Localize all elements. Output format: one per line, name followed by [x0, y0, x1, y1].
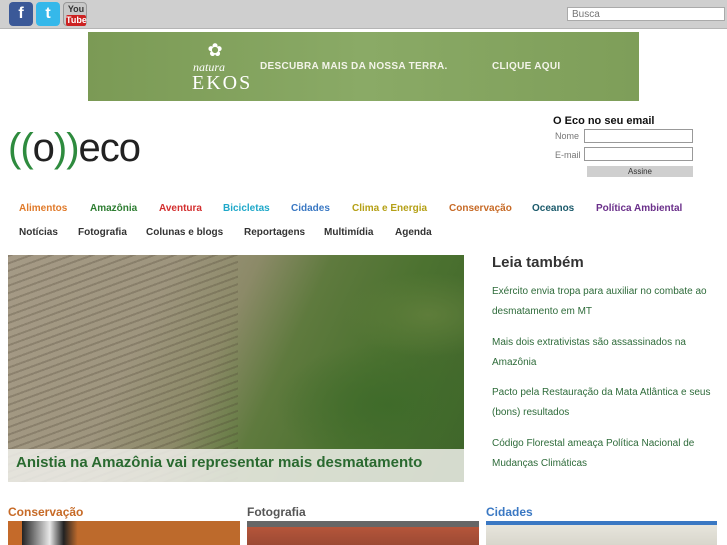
leaf-icon: ✿	[207, 40, 223, 60]
banner-cta[interactable]: CLIQUE AQUI	[492, 61, 561, 72]
hero-story[interactable]: Anistia na Amazônia vai representar mais…	[8, 255, 464, 482]
logo-o: o	[32, 126, 55, 170]
banner-brand: EKOS	[192, 72, 253, 94]
twitter-icon[interactable]: t	[36, 2, 60, 26]
nav-noticias[interactable]: Notícias	[19, 227, 58, 238]
facebook-icon[interactable]: f	[9, 2, 33, 26]
sidebar-title: Leia também	[492, 254, 584, 271]
hero-caption[interactable]: Anistia na Amazônia vai representar mais…	[16, 454, 422, 471]
name-field[interactable]	[584, 129, 693, 143]
nav-bicicletas[interactable]: Bicicletas	[223, 203, 270, 214]
section-thumb-fotografia[interactable]	[247, 521, 479, 545]
hero-image-texture	[8, 255, 238, 482]
nav-alimentos[interactable]: Alimentos	[19, 203, 67, 214]
youtube-glyph: You Tube	[66, 4, 87, 26]
subscribe-button[interactable]: Assine	[587, 166, 693, 177]
nav-agenda[interactable]: Agenda	[395, 227, 432, 238]
section-title-cidades[interactable]: Cidades	[486, 505, 533, 519]
section-thumb-cidades[interactable]	[486, 521, 717, 545]
nav-reportagens[interactable]: Reportagens	[244, 227, 305, 238]
sidebar-link[interactable]: Pacto pela Restauração da Mata Atlântica…	[492, 383, 717, 423]
nav-conservacao[interactable]: Conservação	[449, 203, 512, 214]
nav-aventura[interactable]: Aventura	[159, 203, 202, 214]
logo-close: ))	[53, 126, 80, 170]
nav-clima-energia[interactable]: Clima e Energia	[352, 203, 427, 214]
nav-fotografia[interactable]: Fotografia	[78, 227, 127, 238]
newsletter-title: O Eco no seu email	[553, 115, 655, 127]
section-title-conservacao[interactable]: Conservação	[8, 505, 83, 519]
nav-colunas-blogs[interactable]: Colunas e blogs	[146, 227, 223, 238]
nav-multimidia[interactable]: Multimídia	[324, 227, 373, 238]
section-thumb-conservacao[interactable]	[8, 521, 240, 545]
twitter-glyph: t	[45, 5, 51, 22]
sidebar-link[interactable]: Exército envia tropa para auxiliar no co…	[492, 282, 717, 322]
top-bar: f t You Tube	[0, 0, 727, 29]
banner-slogan: DESCUBRA MAIS DA NOSSA TERRA.	[260, 61, 448, 72]
section-title-fotografia[interactable]: Fotografia	[247, 505, 306, 519]
email-field[interactable]	[584, 147, 693, 161]
nav-oceanos[interactable]: Oceanos	[532, 203, 574, 214]
nav-politica-ambiental[interactable]: Política Ambiental	[596, 203, 682, 214]
logo-name: eco	[78, 126, 141, 170]
site-logo[interactable]: ((o))eco	[8, 126, 141, 171]
sidebar-link[interactable]: Código Florestal ameaça Política Naciona…	[492, 434, 717, 474]
facebook-glyph: f	[18, 5, 24, 22]
logo-open: ((	[8, 126, 34, 170]
sidebar-link[interactable]: Mais dois extrativistas são assassinados…	[492, 333, 717, 373]
youtube-icon[interactable]: You Tube	[63, 2, 87, 26]
nav-cidades[interactable]: Cidades	[291, 203, 330, 214]
name-label: Nome	[555, 131, 580, 141]
search-input[interactable]	[567, 7, 725, 21]
ad-banner[interactable]: ✿ natura EKOS DESCUBRA MAIS DA NOSSA TER…	[88, 32, 639, 101]
nav-amazonia[interactable]: Amazônia	[90, 203, 137, 214]
email-label: E-mail	[555, 150, 581, 160]
